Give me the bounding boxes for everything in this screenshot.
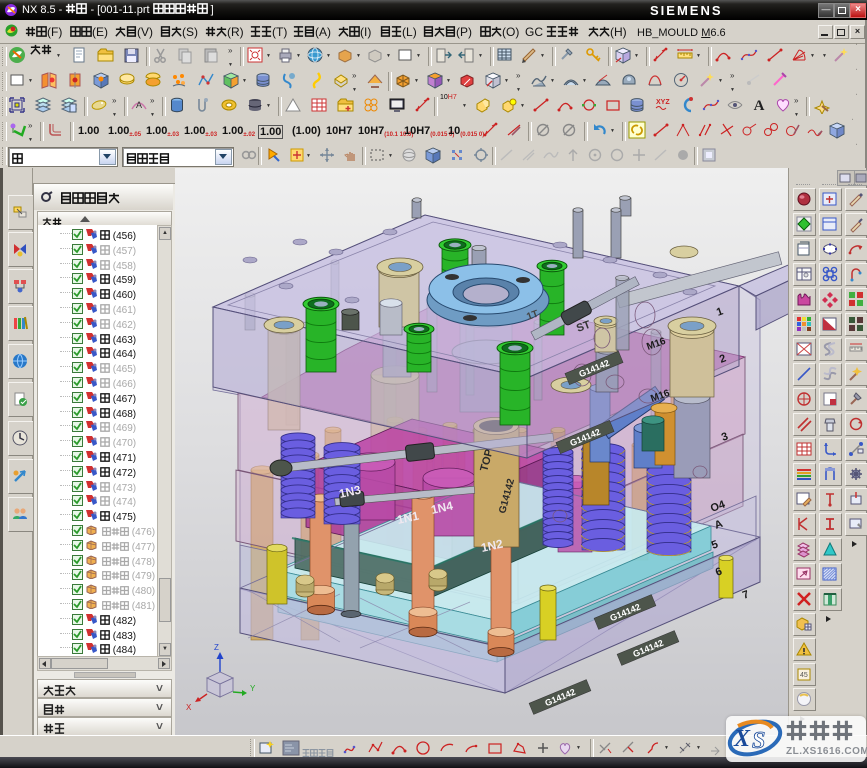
svg-text:Y: Y xyxy=(250,684,256,693)
svg-text:X: X xyxy=(186,703,192,712)
svg-text:A: A xyxy=(754,98,765,114)
svg-text:S: S xyxy=(752,728,765,754)
svg-text:XYZ: XYZ xyxy=(656,99,670,106)
svg-text:45: 45 xyxy=(800,672,808,679)
svg-text:X: X xyxy=(733,726,751,752)
svg-text:Z: Z xyxy=(214,643,219,652)
svg-text:A: A xyxy=(136,100,142,110)
